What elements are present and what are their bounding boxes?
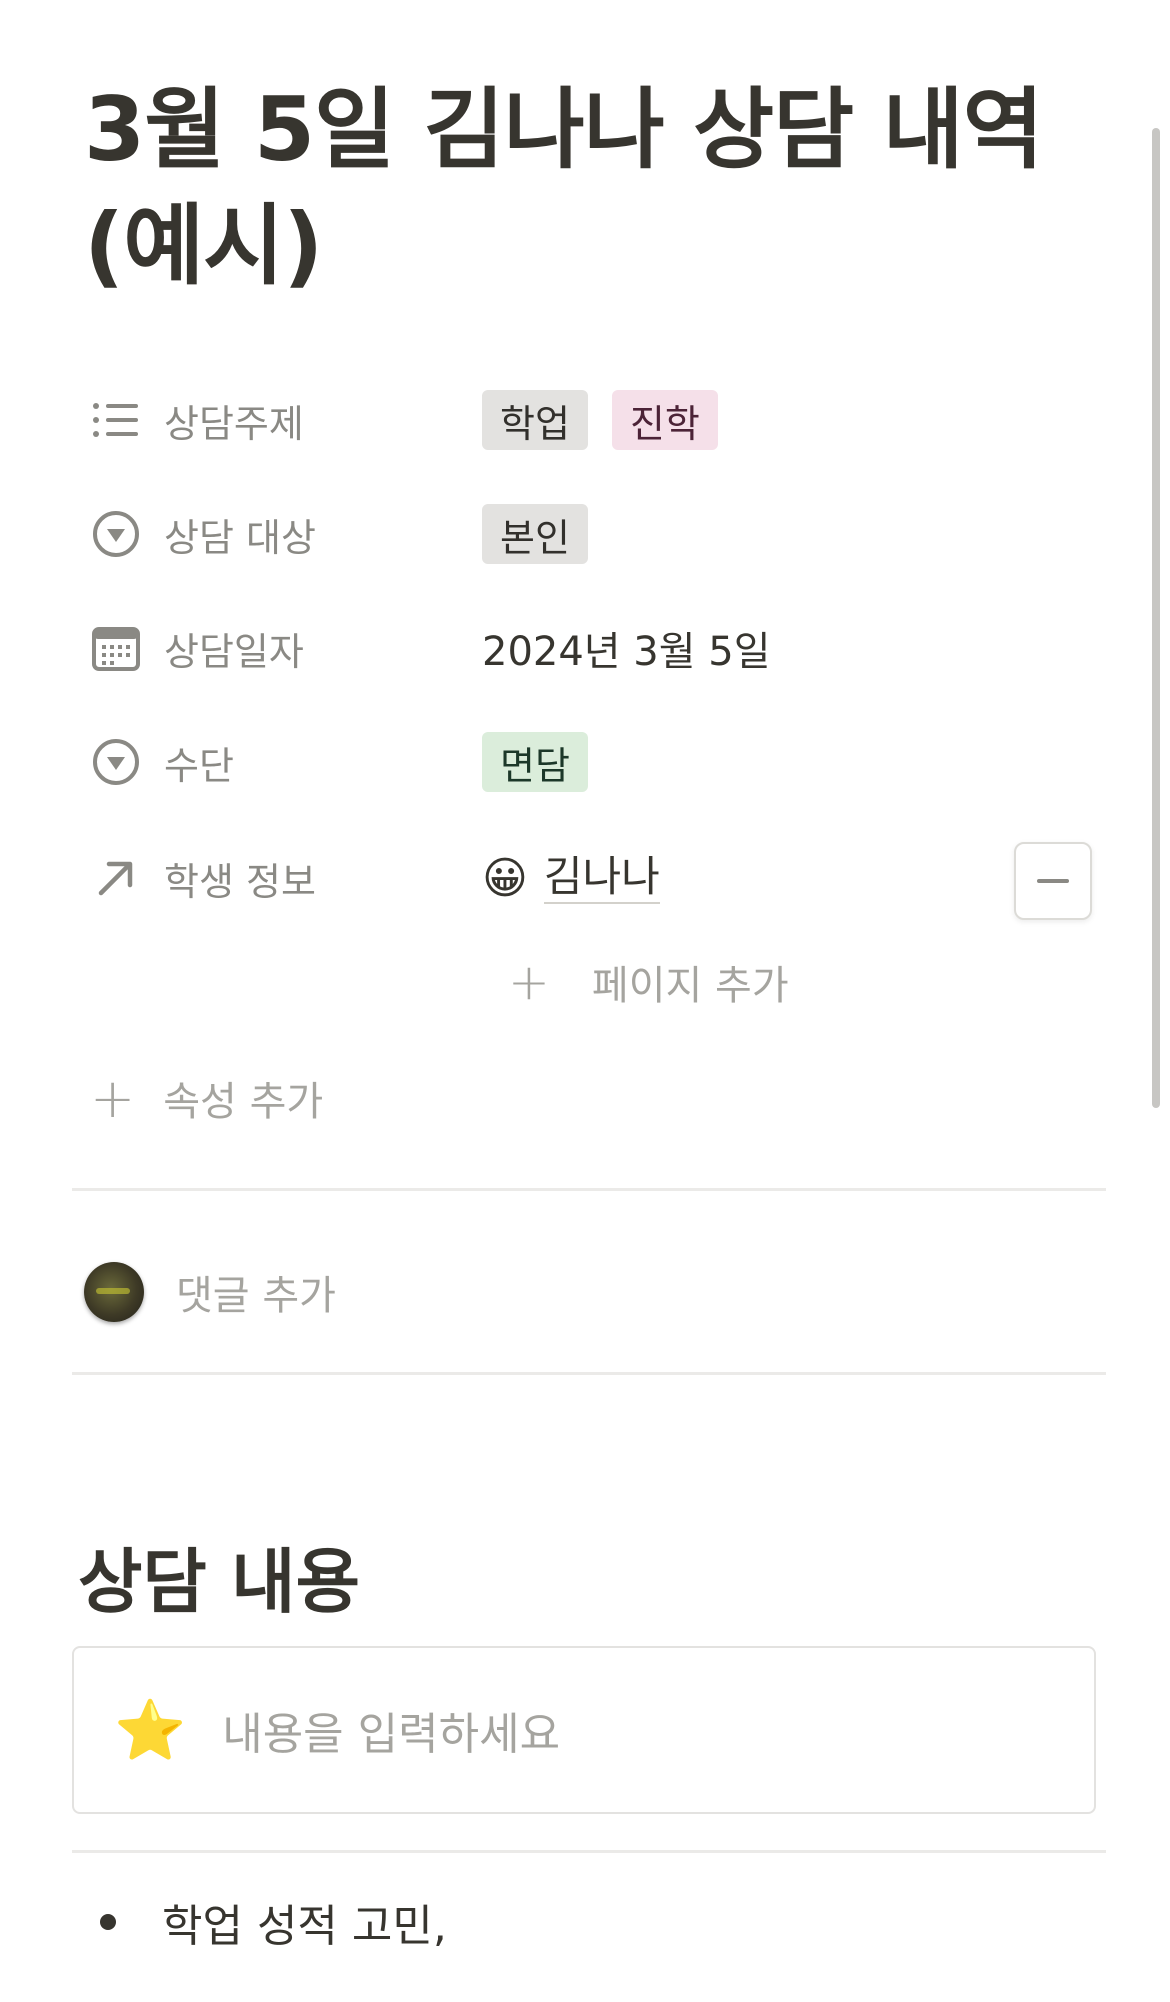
calendar-icon xyxy=(90,622,142,674)
list-item[interactable]: 학업 성적 고민, xyxy=(100,1890,447,1954)
add-page-button[interactable]: + 페이지 추가 xyxy=(508,942,789,1022)
relation-link[interactable]: 김나나 xyxy=(543,852,660,904)
property-value[interactable]: 본인 xyxy=(482,494,612,574)
add-page-label: 페이지 추가 xyxy=(591,963,789,1009)
property-label[interactable]: 상담주제 xyxy=(90,380,304,460)
star-icon[interactable]: ⭐ xyxy=(114,1696,186,1765)
property-label[interactable]: 상담 대상 xyxy=(90,494,316,574)
property-value[interactable]: 학업 진학 xyxy=(482,380,742,460)
add-property-button[interactable]: + 속성 추가 xyxy=(90,1058,323,1138)
remove-relation-button[interactable] xyxy=(1014,842,1092,920)
property-label-text: 학생 정보 xyxy=(164,859,316,904)
bullet-icon xyxy=(100,1914,116,1930)
tag-admission[interactable]: 진학 xyxy=(611,390,718,450)
tag-academic[interactable]: 학업 xyxy=(482,390,588,450)
add-property-label: 속성 추가 xyxy=(163,1079,324,1125)
select-icon xyxy=(90,508,142,560)
minus-icon xyxy=(1037,879,1069,883)
property-label[interactable]: 상담일자 xyxy=(90,608,304,688)
comment-placeholder[interactable]: 댓글 추가 xyxy=(176,1263,336,1321)
property-label[interactable]: 학생 정보 xyxy=(90,838,316,918)
callout-placeholder[interactable]: 내용을 입력하세요 xyxy=(222,1698,560,1762)
property-label-text: 상담일자 xyxy=(164,629,304,674)
select-icon xyxy=(90,736,142,788)
notion-page: 3월 5일 김나나 상담 내역 (예시) 상담주제 학업 진학 상담 대상 본인… xyxy=(0,0,1170,2002)
property-value[interactable]: 면담 xyxy=(482,722,612,802)
page-title[interactable]: 3월 5일 김나나 상담 내역 (예시) xyxy=(84,72,1084,304)
property-row-target[interactable]: 상담 대상 본인 xyxy=(84,494,1104,574)
plus-icon: + xyxy=(508,953,550,1011)
grinning-face-icon: 😀 xyxy=(482,852,528,904)
property-row-topic[interactable]: 상담주제 학업 진학 xyxy=(84,380,1104,460)
tag-meeting[interactable]: 면담 xyxy=(482,732,588,792)
divider xyxy=(72,1188,1106,1191)
list-item-text[interactable]: 학업 성적 고민, xyxy=(162,1890,447,1954)
comment-input-row[interactable]: 댓글 추가 xyxy=(84,1260,336,1324)
property-label[interactable]: 수단 xyxy=(90,722,234,802)
property-row-date[interactable]: 상담일자 2024년 3월 5일 xyxy=(84,608,1104,688)
plus-icon: + xyxy=(90,1066,136,1130)
list-icon xyxy=(90,394,142,446)
callout-block[interactable]: ⭐ 내용을 입력하세요 xyxy=(72,1646,1096,1814)
avatar xyxy=(84,1262,144,1322)
property-row-student[interactable]: 학생 정보 😀 김나나 xyxy=(84,838,1104,918)
divider xyxy=(72,1850,1106,1853)
section-heading[interactable]: 상담 내용 xyxy=(78,1526,360,1627)
relation-arrow-icon xyxy=(90,852,142,904)
divider xyxy=(72,1372,1106,1375)
property-value-relation[interactable]: 😀 김나나 xyxy=(482,838,660,918)
property-value-date[interactable]: 2024년 3월 5일 xyxy=(482,608,771,688)
property-row-method[interactable]: 수단 면담 xyxy=(84,722,1104,802)
scrollbar[interactable] xyxy=(1152,128,1160,1108)
property-label-text: 수단 xyxy=(164,743,234,788)
tag-self[interactable]: 본인 xyxy=(482,504,588,564)
property-label-text: 상담 대상 xyxy=(164,515,316,560)
property-label-text: 상담주제 xyxy=(164,401,304,446)
